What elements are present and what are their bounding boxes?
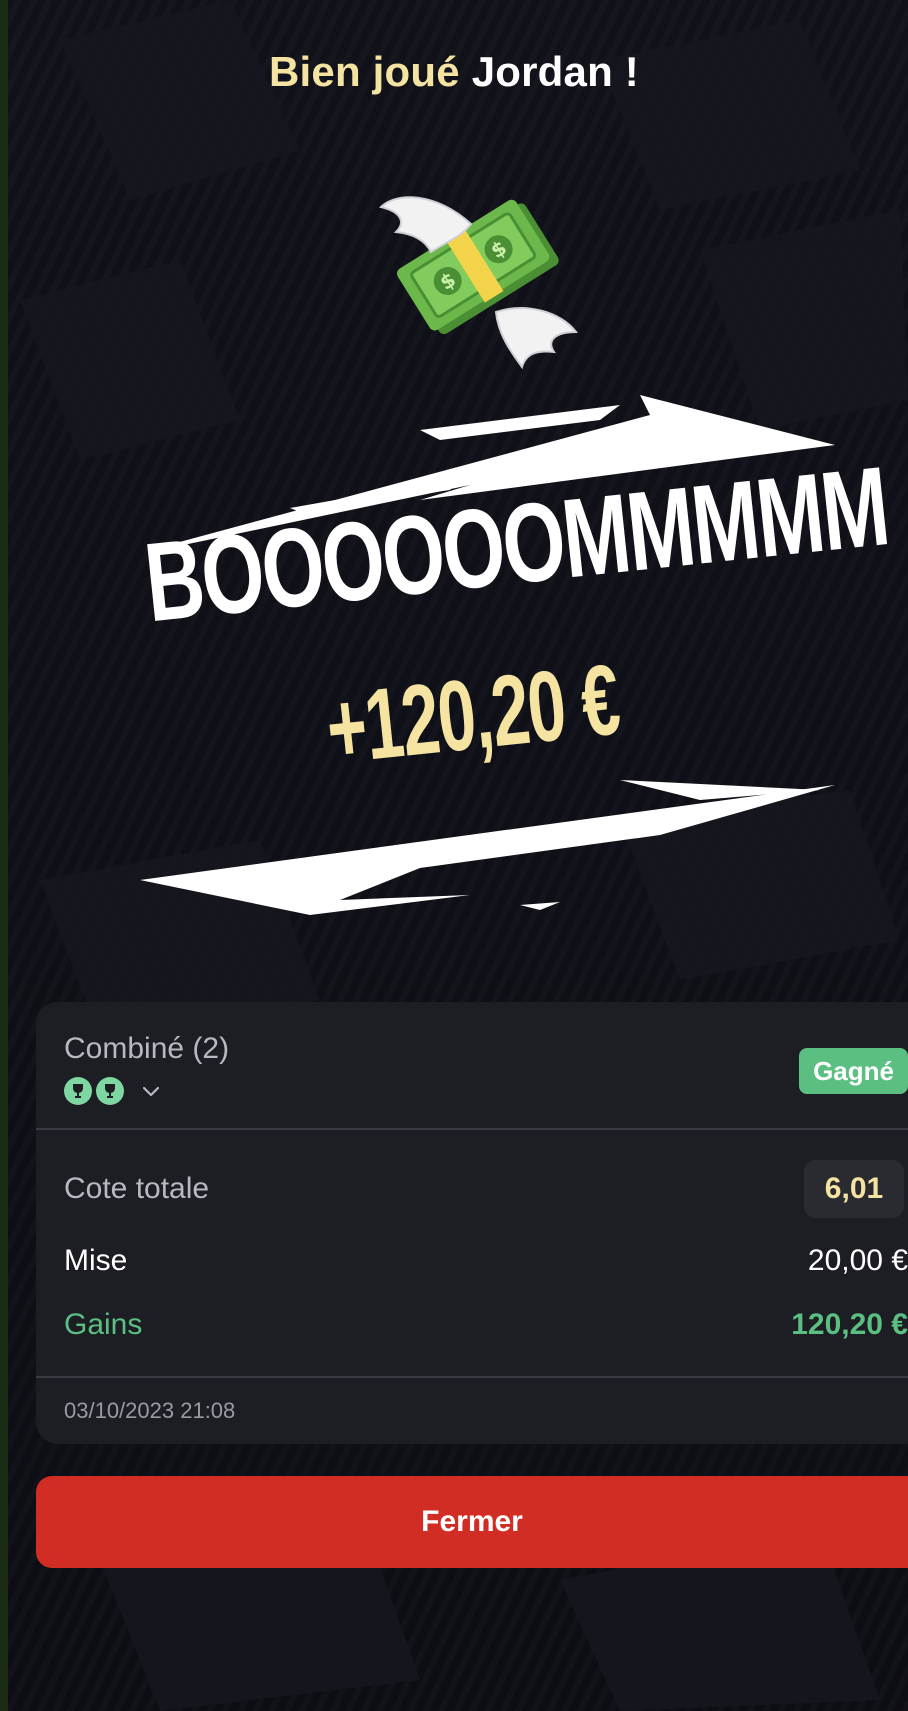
bet-win-screen: Bien joué Jordan ! $ $ BOOOOOOMMMMM +120…	[0, 0, 908, 1711]
winnings-value: 120,20 €	[791, 1308, 908, 1341]
close-button[interactable]: Fermer	[36, 1476, 908, 1568]
trophy-icon	[96, 1077, 124, 1105]
trophy-icon	[64, 1077, 92, 1105]
total-odds-label: Cote totale	[64, 1172, 210, 1205]
stake-label: Mise	[64, 1244, 128, 1277]
stake-value: 20,00 €	[807, 1244, 908, 1277]
chevron-down-icon[interactable]	[140, 1080, 162, 1102]
total-odds-value: 6,01	[804, 1160, 904, 1218]
bet-timestamp: 03/10/2023 21:08	[64, 1398, 236, 1423]
winnings-label: Gains	[64, 1308, 143, 1341]
divider	[36, 1376, 908, 1378]
bet-type-label: Combiné (2)	[64, 1032, 230, 1065]
bet-card-header[interactable]: Combiné (2) Gagné	[36, 1002, 908, 1128]
status-badge: Gagné	[799, 1048, 908, 1094]
bet-summary-card: Combiné (2) Gagné Cote totale Mise 20,00…	[36, 1002, 908, 1444]
selections-row[interactable]	[64, 1076, 162, 1106]
divider	[36, 1128, 908, 1130]
celebration-amount-text: +120,20 €	[321, 643, 624, 786]
